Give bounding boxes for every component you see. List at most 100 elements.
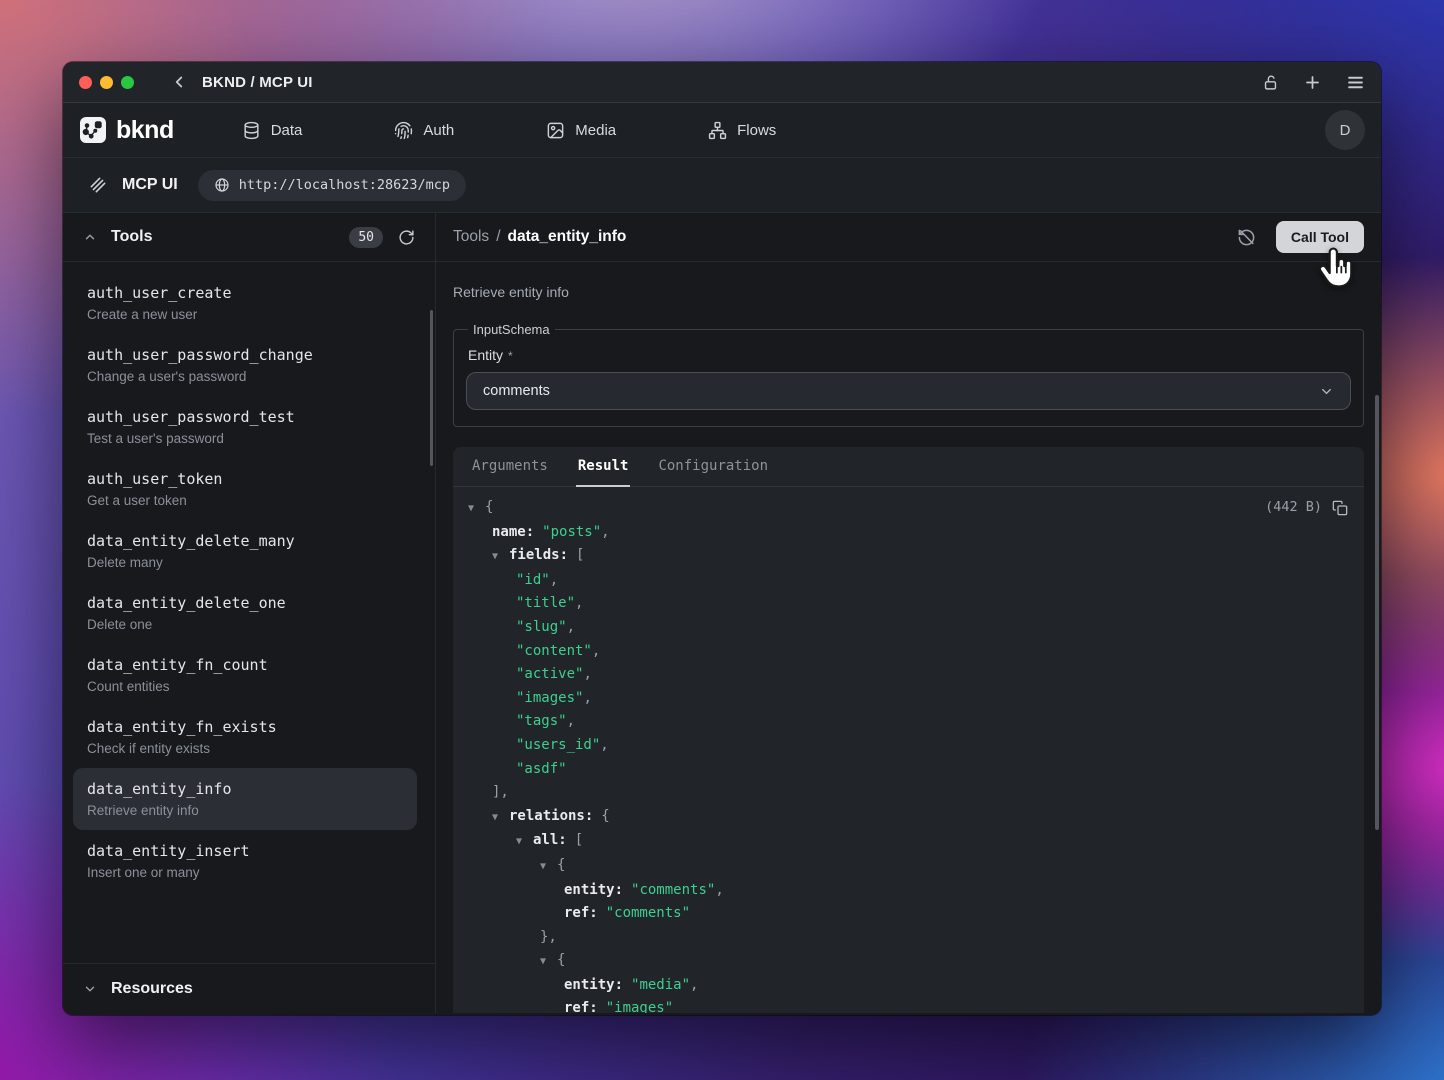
json-string-value: "id"	[516, 572, 550, 588]
menu-button[interactable]	[1346, 73, 1365, 92]
zoom-window-button[interactable]	[121, 76, 134, 89]
collapse-triangle-icon[interactable]: ▼	[540, 950, 557, 974]
json-punctuation: ,	[567, 619, 575, 635]
json-string-value: "slug"	[516, 619, 567, 635]
sidebar-tool-data_entity_delete_one[interactable]: data_entity_delete_one Delete one	[73, 582, 417, 644]
tab-result[interactable]: Result	[576, 447, 631, 487]
sidebar-tool-data_entity_delete_many[interactable]: data_entity_delete_manyDelete many	[73, 520, 417, 582]
tab-configuration[interactable]: Configuration	[656, 447, 770, 487]
tool-name: data_entity_delete_one	[87, 594, 403, 612]
user-avatar[interactable]: D	[1325, 110, 1365, 150]
json-punctuation: ,	[550, 572, 558, 588]
json-line: "slug",	[453, 616, 1364, 640]
json-punctuation: {	[601, 808, 609, 824]
sidebar-scrollbar[interactable]	[430, 310, 433, 466]
json-punctuation: ,	[690, 977, 698, 993]
json-punctuation: ,	[567, 713, 575, 729]
json-string-value: "users_id"	[516, 737, 600, 753]
sidebar-tool-data_entity_fn_exists[interactable]: data_entity_fn_existsCheck if entity exi…	[73, 706, 417, 768]
json-line: "asdf"	[453, 758, 1364, 782]
tool-description: Delete one	[87, 617, 403, 632]
nav-item-auth[interactable]: Auth	[382, 113, 466, 148]
resources-section-header[interactable]: Resources	[63, 963, 435, 1013]
collapse-triangle-icon[interactable]: ▼	[516, 830, 533, 854]
hamburger-menu-icon	[1346, 73, 1365, 92]
bknd-logo-icon	[79, 116, 107, 144]
collapse-tools-button[interactable]	[83, 230, 97, 244]
call-tool-button[interactable]: Call Tool	[1276, 221, 1364, 253]
entity-select[interactable]: comments	[466, 372, 1351, 410]
json-line: "tags",	[453, 710, 1364, 734]
lock-button[interactable]	[1262, 74, 1279, 91]
sidebar-tool-auth_user_password_test[interactable]: auth_user_password_testTest a user's pas…	[73, 396, 417, 458]
window-title: BKND / MCP UI	[202, 74, 313, 91]
json-key: entity:	[564, 882, 623, 898]
json-line: "images",	[453, 687, 1364, 711]
json-string-value: "posts"	[542, 524, 601, 540]
chevron-left-icon	[170, 73, 188, 91]
tab-arguments[interactable]: Arguments	[470, 447, 550, 487]
json-line: ▼relations:{	[453, 805, 1364, 830]
json-line: ref:"comments"	[453, 902, 1364, 926]
close-window-button[interactable]	[79, 76, 92, 89]
tool-detail-panel: Tools/data_entity_info Call Tool Retriev…	[436, 213, 1381, 1013]
new-tab-button[interactable]	[1303, 73, 1322, 92]
tools-section-title: Tools	[111, 228, 152, 246]
tool-description: Get a user token	[87, 493, 403, 508]
json-line: ▼fields:[	[453, 544, 1364, 569]
collapse-triangle-icon[interactable]: ▼	[492, 806, 509, 830]
tool-description: Delete many	[87, 555, 403, 570]
json-key: ref:	[564, 905, 598, 921]
chevron-down-icon	[83, 982, 97, 996]
json-line: entity:"comments",	[453, 879, 1364, 903]
json-line: name:"posts",	[453, 521, 1364, 545]
tool-detail-header: Tools/data_entity_info Call Tool	[436, 213, 1381, 262]
tool-name: data_entity_fn_count	[87, 656, 403, 674]
nav-item-flows[interactable]: Flows	[696, 113, 788, 148]
nav-item-data[interactable]: Data	[230, 113, 315, 148]
tool-description: Change a user's password	[87, 369, 403, 384]
sidebar-tool-data_entity_insert[interactable]: data_entity_insertInsert one or many	[73, 830, 417, 892]
back-button[interactable]	[170, 73, 188, 91]
json-punctuation: },	[540, 929, 557, 945]
nav-item-media[interactable]: Media	[534, 113, 628, 148]
sidebar-tool-auth_user_token[interactable]: auth_user_token Get a user token	[73, 458, 417, 520]
traffic-lights	[79, 76, 134, 89]
collapse-triangle-icon[interactable]: ▼	[468, 497, 485, 521]
collapse-triangle-icon[interactable]: ▼	[540, 855, 557, 879]
json-string-value: "images"	[516, 690, 583, 706]
sidebar-tool-data_entity_fn_count[interactable]: data_entity_fn_countCount entities	[73, 644, 417, 706]
json-punctuation: ,	[592, 643, 600, 659]
json-line: ▼{	[453, 949, 1364, 974]
server-url[interactable]: http://localhost:28623/mcp	[198, 170, 466, 201]
lock-open-icon	[1262, 74, 1279, 91]
json-punctuation: [	[575, 832, 583, 848]
minimize-window-button[interactable]	[100, 76, 113, 89]
copy-result-button[interactable]	[1332, 500, 1348, 516]
refresh-off-icon	[1237, 228, 1256, 247]
json-string-value: "media"	[631, 977, 690, 993]
bknd-logo[interactable]: bknd	[79, 116, 174, 145]
tool-description: Retrieve entity info	[87, 803, 403, 818]
tool-name: auth_user_password_test	[87, 408, 403, 426]
tool-name: auth_user_token	[87, 470, 403, 488]
mcp-toolbar: MCP UI http://localhost:28623/mcp	[63, 158, 1381, 213]
breadcrumb-separator: /	[496, 228, 500, 245]
breadcrumb-tools-link[interactable]: Tools	[453, 228, 489, 245]
json-line: ],	[453, 781, 1364, 805]
sidebar-tool-auth_user_create[interactable]: auth_user_createCreate a new user	[73, 272, 417, 334]
app-window: BKND / MCP UI	[63, 62, 1381, 1015]
sidebar-tool-data_entity_info[interactable]: data_entity_infoRetrieve entity info	[73, 768, 417, 830]
main-scrollbar[interactable]	[1375, 395, 1379, 830]
refresh-tools-button[interactable]	[398, 229, 415, 246]
collapse-triangle-icon[interactable]: ▼	[492, 545, 509, 569]
nav-item-label: Flows	[737, 122, 776, 139]
auto-refresh-off-button[interactable]	[1237, 228, 1256, 247]
json-punctuation: ,	[583, 690, 591, 706]
nav-item-label: Data	[271, 122, 303, 139]
json-line: entity:"media",	[453, 974, 1364, 998]
tools-section-header: Tools 50	[63, 213, 435, 262]
tool-description: Retrieve entity info	[453, 284, 1364, 300]
sidebar-tool-auth_user_password_change[interactable]: auth_user_password_changeChange a user's…	[73, 334, 417, 396]
input-schema-fieldset: InputSchema Entity* comments	[453, 322, 1364, 427]
